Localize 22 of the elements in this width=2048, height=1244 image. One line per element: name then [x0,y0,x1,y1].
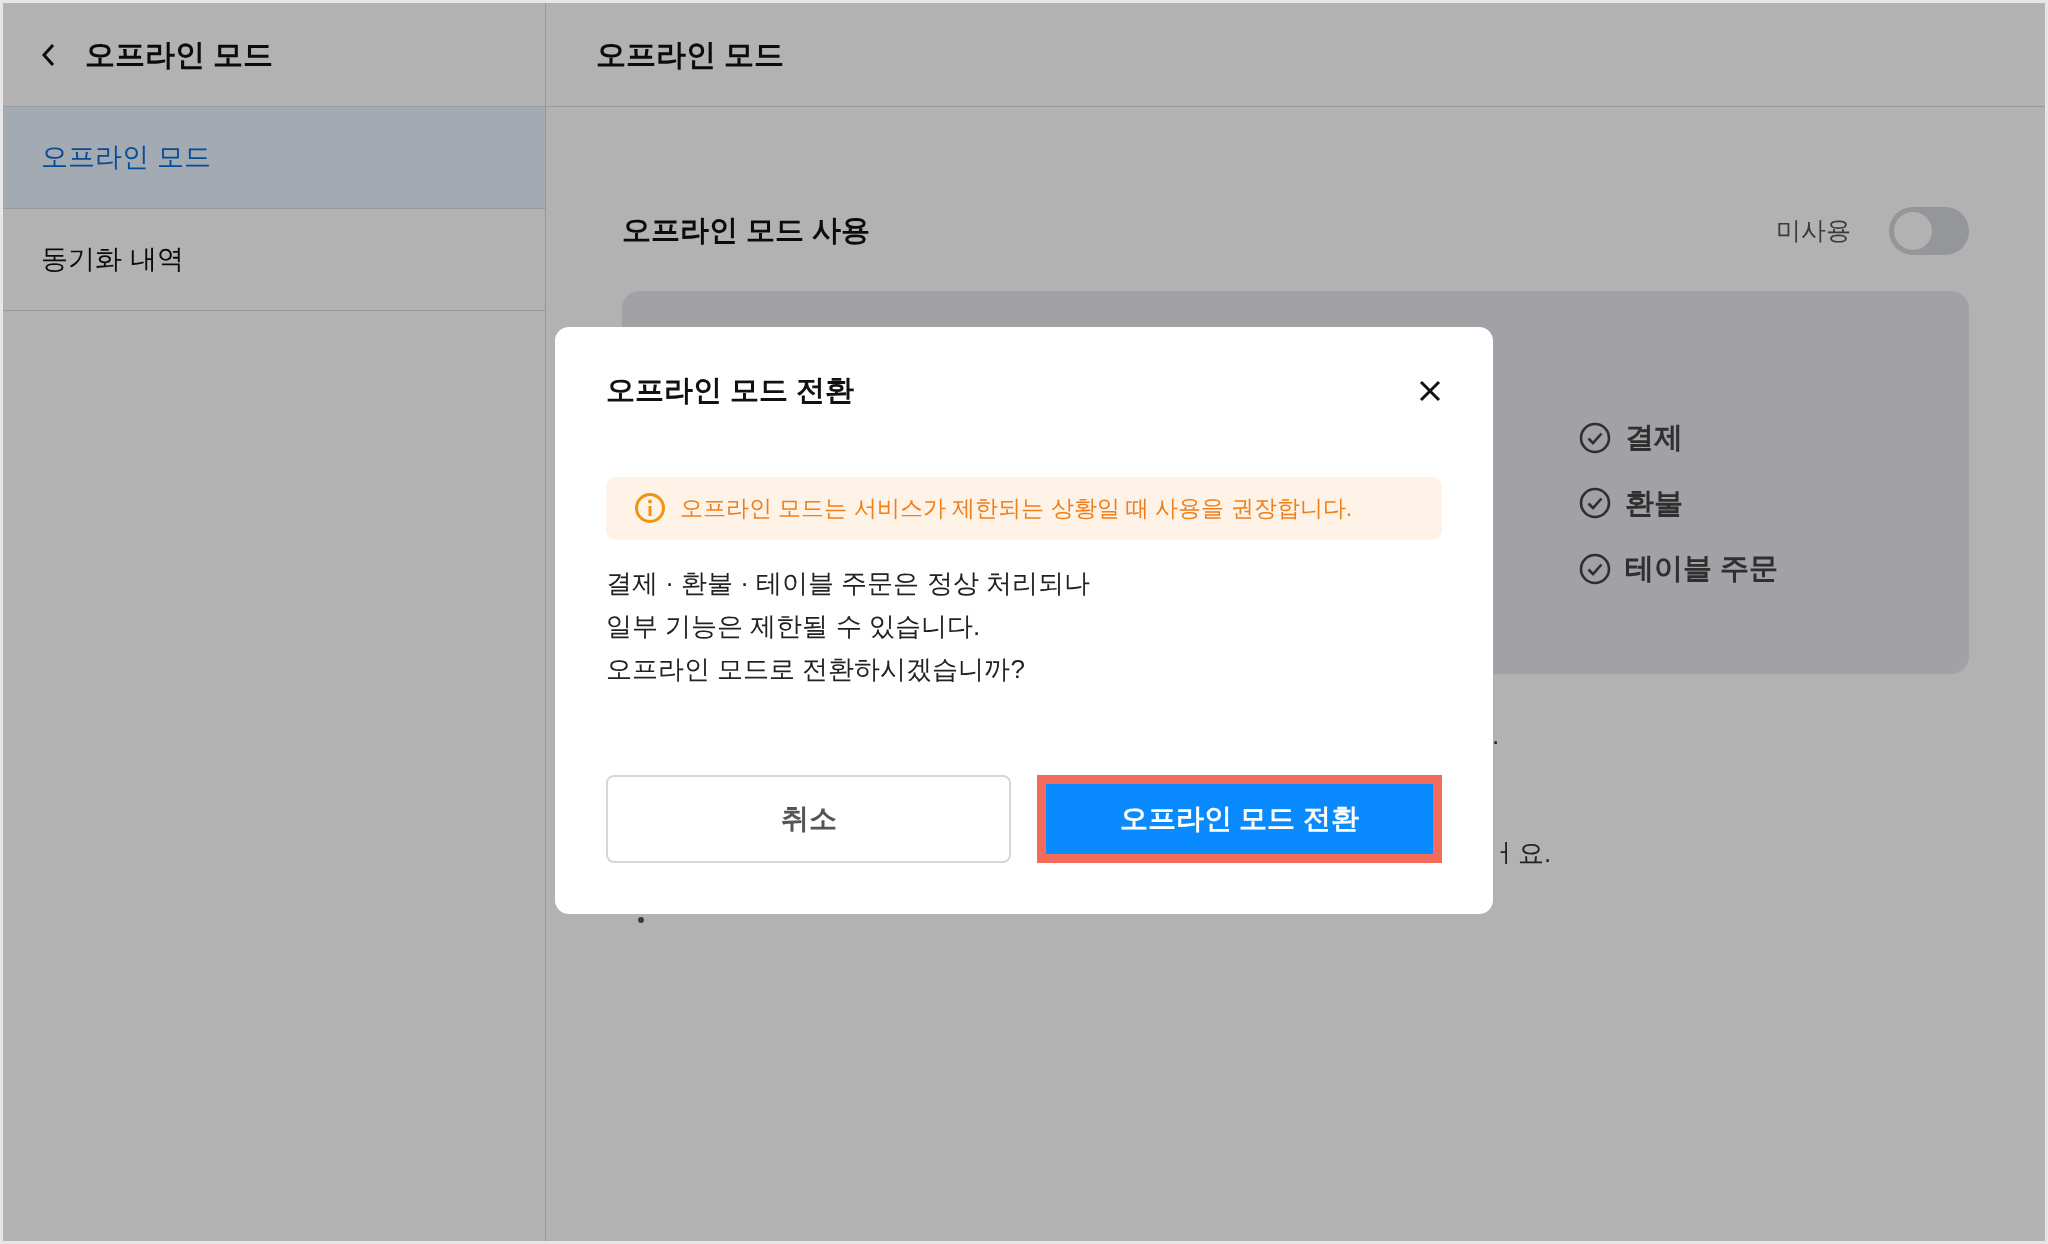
toggle-status: 미사용 [1776,215,1851,247]
check-circle-icon [1579,487,1611,520]
sidebar-item[interactable]: 오프라인 모드 [3,107,545,209]
dialog-message: 결제 · 환불 · 테이블 주문은 정상 처리되나 일부 기능은 제한될 수 있습니다. 오프라인 모드로 전환하시겠습니까? [606,566,1091,686]
page-title: 오프라인 모드 [596,37,785,73]
description-text: ㅓ요. [1492,837,1552,870]
feature-label: 테이블 주문 [1625,551,1779,586]
feature-label: 결제 [1625,420,1683,455]
check-circle-icon [1579,552,1611,585]
cancel-button[interactable]: 취소 [606,774,1011,863]
close-icon[interactable] [1418,378,1442,403]
info-icon [634,492,666,524]
feature-label: 환불 [1625,485,1683,521]
warning-text: 오프라인 모드는 서비스가 제한되는 상황일 때 사용을 권장합니다. [680,493,1353,523]
toggle-switch[interactable] [1889,207,1969,255]
setting-label: 오프라인 모드 사용 [622,213,871,249]
check-circle-icon [1579,421,1611,454]
description-text: . [1492,719,1500,752]
back-icon[interactable] [41,41,57,68]
dialog-title: 오프라인 모드 전환 [606,373,855,408]
bullet-icon [638,917,644,923]
sidebar-title: 오프라인 모드 [85,37,274,73]
